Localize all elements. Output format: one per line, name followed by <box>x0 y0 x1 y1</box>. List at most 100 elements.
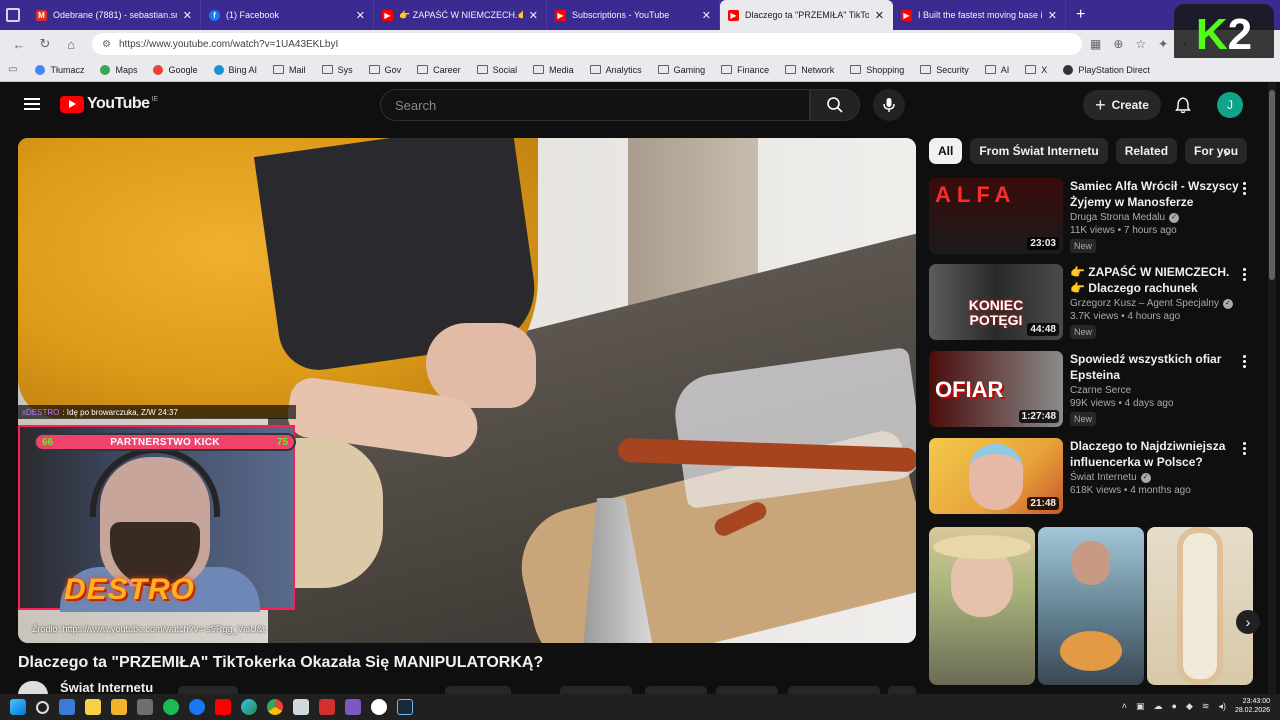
close-icon[interactable]: ✕ <box>183 9 192 22</box>
reload-icon[interactable]: ↻ <box>34 36 56 52</box>
facebook-icon[interactable] <box>189 699 205 715</box>
spotify-icon[interactable] <box>163 699 179 715</box>
more-options-icon[interactable] <box>1243 268 1247 282</box>
bookmark-folder-ai[interactable]: AI <box>984 65 1009 75</box>
search-input[interactable]: Search <box>380 89 810 121</box>
store-icon[interactable] <box>137 699 153 715</box>
task-view-icon[interactable] <box>59 699 75 715</box>
document-icon[interactable] <box>293 699 309 715</box>
zoom-icon[interactable]: ⊕ <box>1113 37 1123 51</box>
chip-all[interactable]: All <box>929 138 963 164</box>
windows-start-icon[interactable] <box>10 699 26 715</box>
tab-youtube-zapasc[interactable]: ▶ 👉 ZAPAŚĆ W NIEMCZECH.👉 Dla ✕ <box>374 0 547 30</box>
video-player[interactable]: xDESTRO : Idę po browarczuka, Z/W 24:37 … <box>18 138 916 643</box>
tab-youtube-subscriptions[interactable]: ▶ Subscriptions - YouTube ✕ <box>547 0 720 30</box>
more-options-icon[interactable] <box>1243 182 1247 196</box>
create-button[interactable]: + Create <box>1083 90 1161 120</box>
voice-search-button[interactable] <box>873 89 905 121</box>
close-icon[interactable]: ✕ <box>702 9 711 22</box>
wifi-icon[interactable]: ≋ <box>1202 701 1210 712</box>
back-icon[interactable]: ← <box>8 37 30 52</box>
bookmark-folder-social[interactable]: Social <box>476 65 517 75</box>
page-scrollbar[interactable] <box>1268 82 1276 694</box>
search-button[interactable] <box>810 89 860 121</box>
tab-youtube-base[interactable]: ▶ I Built the fastest moving base in ✕ <box>893 0 1066 30</box>
new-tab-button[interactable]: + <box>1076 6 1085 24</box>
notifications-bell-icon[interactable] <box>1174 96 1192 114</box>
shorts-next-button[interactable]: › <box>1236 610 1260 634</box>
grid-icon[interactable]: ▦ <box>1090 37 1101 51</box>
address-bar[interactable]: ⚙ https://www.youtube.com/watch?v=1UA43E… <box>92 33 1082 55</box>
youtube-logo[interactable]: YouTube IE <box>60 95 158 113</box>
bookmark-folder-security[interactable]: Security <box>920 65 969 75</box>
bookmark-folder-gov[interactable]: Gov <box>368 65 401 75</box>
tab-facebook[interactable]: f (1) Facebook ✕ <box>201 0 374 30</box>
home-icon[interactable]: ⌂ <box>60 37 82 52</box>
recommendation-channel[interactable]: Druga Strona Medalu ✓ <box>1070 212 1242 223</box>
tab-youtube-active[interactable]: ▶ Dlaczego ta "PRZEMIŁA" TikTo ✕ <box>720 0 893 30</box>
volume-icon[interactable]: ◂) <box>1218 701 1226 712</box>
recommendation-item[interactable]: OFIAR 1:27:48 Spowiedź wszystkich ofiar … <box>929 351 1259 429</box>
account-avatar[interactable]: J <box>1217 92 1243 118</box>
bookmark-folder-sys[interactable]: Sys <box>321 65 353 75</box>
more-options-icon[interactable] <box>1243 355 1247 369</box>
menu-icon[interactable] <box>24 98 40 110</box>
steam-icon[interactable] <box>397 699 413 715</box>
youtube-icon[interactable] <box>215 699 231 715</box>
scrollbar-thumb[interactable] <box>1269 90 1275 280</box>
channel-name[interactable]: Świat Internetu <box>60 680 153 695</box>
bookmark-tlumacz[interactable]: Tłumacz <box>35 64 84 75</box>
bookmark-folder-career[interactable]: Career <box>417 65 461 75</box>
bookmark-folder-analytics[interactable]: Analytics <box>589 65 642 75</box>
video-thumbnail[interactable]: OFIAR 1:27:48 <box>929 351 1063 427</box>
chip-from-channel[interactable]: From Świat Internetu <box>970 138 1108 164</box>
chevron-up-icon[interactable]: ˄ <box>1122 701 1127 711</box>
short-thumbnail[interactable] <box>1038 527 1144 685</box>
close-icon[interactable]: ✕ <box>529 9 538 22</box>
shield-icon[interactable]: ◆ <box>1186 701 1193 712</box>
bookmark-folder-media[interactable]: Media <box>533 65 574 75</box>
recommendation-channel[interactable]: Czarne Serce <box>1070 385 1242 396</box>
app-red-icon[interactable] <box>319 699 335 715</box>
recommendation-channel[interactable]: Świat Internetu ✓ <box>1070 472 1242 483</box>
chevron-right-icon[interactable]: › <box>1224 144 1240 160</box>
recommendation-title[interactable]: Dlaczego to Najdziwniejsza influencerka … <box>1070 438 1242 470</box>
bookmark-bing-ai[interactable]: Bing AI <box>213 64 257 75</box>
github-icon[interactable] <box>371 699 387 715</box>
star-icon[interactable]: ☆ <box>1135 37 1146 51</box>
site-info-icon[interactable]: ⚙ <box>102 39 111 50</box>
bookmark-playstation-direct[interactable]: PlayStation Direct <box>1063 64 1150 75</box>
app-purple-icon[interactable] <box>345 699 361 715</box>
recommendation-item[interactable]: KONIEC POTĘGI 44:48 👉 ZAPAŚĆ W NIEMCZECH… <box>929 264 1259 342</box>
close-icon[interactable]: ✕ <box>1048 9 1057 22</box>
channel-avatar[interactable] <box>18 680 48 695</box>
bookmark-folder-gaming[interactable]: Gaming <box>657 65 705 75</box>
microphone-icon[interactable]: ● <box>1172 701 1177 711</box>
tab-gmail[interactable]: M Odebrane (7881) - sebastian.smor ✕ <box>28 0 201 30</box>
bookmark-google[interactable]: Google <box>153 64 198 75</box>
taskbar-clock[interactable]: 23:43:00 28.02.2026 <box>1235 697 1270 715</box>
short-thumbnail[interactable] <box>1147 527 1253 685</box>
more-options-icon[interactable] <box>1243 442 1247 456</box>
recommendation-title[interactable]: Spowiedź wszystkich ofiar Epsteina <box>1070 351 1242 383</box>
edge-icon[interactable] <box>241 699 257 715</box>
video-thumbnail[interactable]: 21:48 <box>929 438 1063 514</box>
reading-list-icon[interactable]: ▭ <box>8 64 17 75</box>
chip-related[interactable]: Related <box>1115 138 1178 164</box>
recommendation-title[interactable]: 👉 ZAPAŚĆ W NIEMCZECH.👉 Dlaczego rachunek… <box>1070 264 1242 296</box>
notes-icon[interactable] <box>85 699 101 715</box>
app-tray-icon[interactable]: ▣ <box>1136 701 1145 712</box>
video-thumbnail[interactable]: ALFA 23:03 <box>929 178 1063 254</box>
bookmark-folder-x[interactable]: X <box>1025 65 1047 75</box>
recommendation-item[interactable]: ALFA 23:03 Samiec Alfa Wrócił - Wszyscy … <box>929 178 1259 256</box>
chrome-icon[interactable] <box>267 699 283 715</box>
recommendation-item[interactable]: 21:48 Dlaczego to Najdziwniejsza influen… <box>929 438 1259 516</box>
bookmark-folder-network[interactable]: Network <box>785 65 834 75</box>
window-menu-icon[interactable] <box>6 8 20 22</box>
video-thumbnail[interactable]: KONIEC POTĘGI 44:48 <box>929 264 1063 340</box>
recommendation-title[interactable]: Samiec Alfa Wrócił - Wszyscy Żyjemy w Ma… <box>1070 178 1242 210</box>
cloud-icon[interactable]: ☁ <box>1154 701 1163 712</box>
recommendation-channel[interactable]: Grzegorz Kusz – Agent Specjalny ✓ <box>1070 298 1242 309</box>
close-icon[interactable]: ✕ <box>356 9 365 22</box>
extensions-icon[interactable]: ✦ <box>1158 37 1168 51</box>
